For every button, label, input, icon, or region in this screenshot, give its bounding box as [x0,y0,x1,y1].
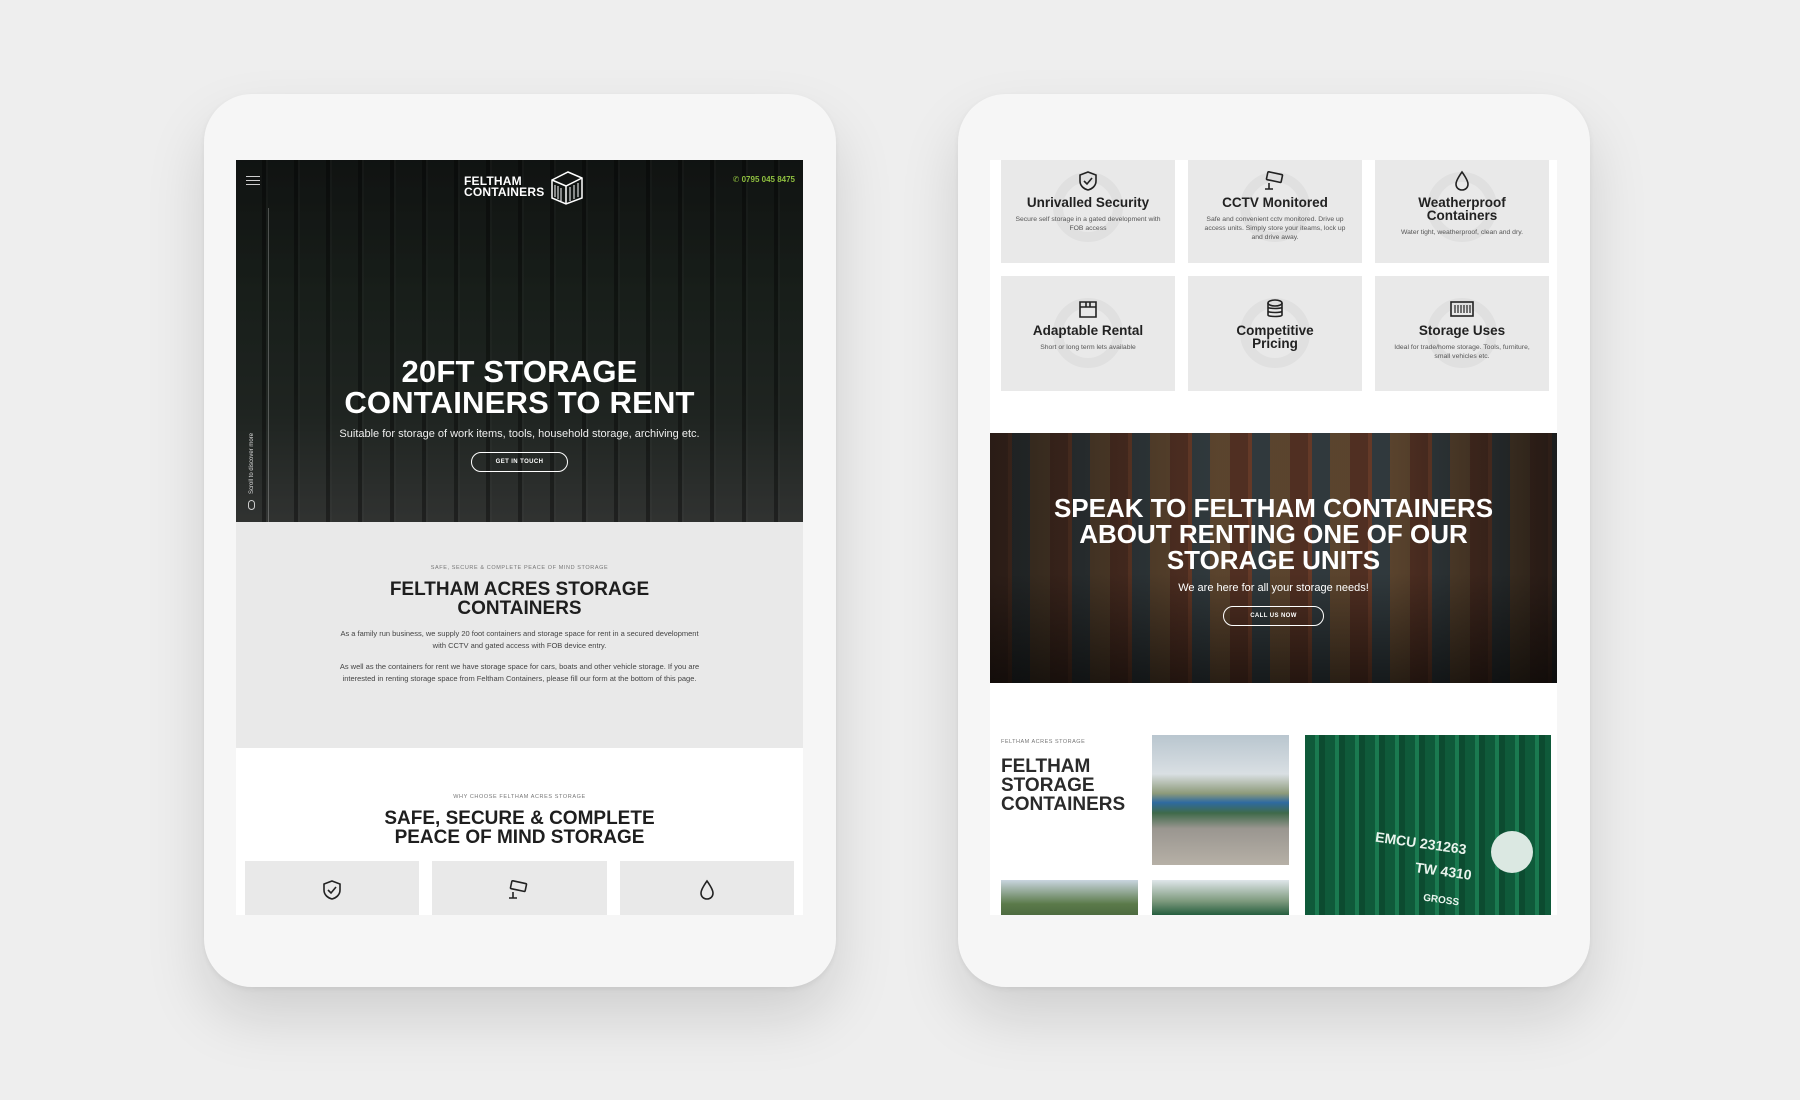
why-title-line2: PEACE OF MIND STORAGE [394,827,645,848]
cta-copy: SPEAK TO FELTHAM CONTAINERS ABOUT RENTIN… [990,495,1557,626]
feature-title: Weatherproof Containers [1418,195,1506,223]
call-us-now-button[interactable]: CALL US NOW [1223,606,1324,626]
screen-left: FELTHAM CONTAINERS ✆ 0795 045 8475 Scrol… [236,160,803,915]
hero-title-line2: CONTAINERS TO RENT [344,385,695,420]
why-kicker: WHY CHOOSE FELTHAM ACRES STORAGE [453,794,586,800]
hero-section: FELTHAM CONTAINERS ✆ 0795 045 8475 Scrol… [236,160,803,522]
features-grid: Unrivalled Security Secure self storage … [990,160,1557,391]
cctv-camera-icon [1265,171,1284,190]
mouse-icon [248,500,255,510]
feature-card: Unrivalled Security Secure self storage … [1001,160,1175,263]
photo-green-container-2[interactable] [1152,880,1289,915]
feature-text: Water tight, weatherproof, clean and dry… [1400,229,1524,236]
screen-right: Unrivalled Security Secure self storage … [990,160,1557,915]
feature-title: Adaptable Rental [1032,323,1144,338]
water-drop-icon [700,879,714,900]
cctv-camera-icon [509,880,528,899]
feature-title: Competitive Pricing [1236,323,1314,351]
get-in-touch-button[interactable]: GET IN TOUCH [470,452,569,472]
hero-title: 20FT STORAGE CONTAINERS TO RENT [236,356,803,418]
menu-icon[interactable] [246,176,260,188]
mockup-stage: FELTHAM CONTAINERS ✆ 0795 045 8475 Scrol… [0,0,1800,1100]
photo-trees[interactable] [1001,880,1138,915]
tablet-left: FELTHAM CONTAINERS ✆ 0795 045 8475 Scrol… [204,94,836,987]
feature-peek-row [236,847,803,915]
cta-banner: SPEAK TO FELTHAM CONTAINERS ABOUT RENTIN… [990,433,1557,683]
cta-title: SPEAK TO FELTHAM CONTAINERS ABOUT RENTIN… [990,495,1557,573]
container-icon [1450,301,1474,317]
feature-text: Ideal for trade/home storage. Tools, fur… [1394,344,1530,360]
photo-container-yard[interactable] [1152,735,1289,865]
shield-check-icon [323,880,341,900]
feature-card: Competitive Pricing [1188,276,1362,391]
coins-icon [1267,299,1283,318]
logo-line2: CONTAINERS [464,185,545,199]
feature-card: CCTV Monitored Safe and convenient cctv … [1188,160,1362,263]
gallery-title: FELTHAM STORAGE CONTAINERS [1001,757,1125,814]
water-drop-icon [1455,170,1469,191]
why-title: SAFE, SECURE & COMPLETE PEACE OF MIND ST… [236,809,803,847]
feature-title: Unrivalled Security [1026,195,1150,210]
intro-paragraph-2: As well as the containers for rent we ha… [339,662,700,683]
feature-text: Short or long term lets available [1040,344,1136,351]
feature-text: Safe and convenient cctv monitored. Driv… [1204,216,1346,241]
feature-card: Storage Uses Ideal for trade/home storag… [1375,276,1549,391]
cta-title-line1: SPEAK TO FELTHAM CONTAINERS [1053,493,1494,523]
intro-kicker: SAFE, SECURE & COMPLETE PEACE OF MIND ST… [430,565,609,571]
phone-link[interactable]: ✆ 0795 045 8475 [733,175,795,184]
shield-check-icon [1079,171,1097,191]
feature-title: CCTV Monitored [1222,195,1328,210]
intro-section: SAFE, SECURE & COMPLETE PEACE OF MIND ST… [236,522,803,748]
gallery-title-line2: STORAGE [1001,775,1095,796]
hero-subtitle: Suitable for storage of work items, tool… [339,428,700,440]
photo-disc [1491,831,1533,873]
box-icon [1079,301,1097,318]
gallery-title-line1: FELTHAM [1001,756,1091,777]
intro-paragraph-1: As a family run business, we supply 20 f… [340,629,699,650]
cta-subtitle: We are here for all your storage needs! [1178,582,1369,594]
feature-card-peek [432,861,607,915]
hero-copy: 20FT STORAGE CONTAINERS TO RENT Suitable… [236,356,803,472]
hero-title-line1: 20FT STORAGE [401,354,638,389]
container-logo-icon [551,171,584,205]
gallery-kicker: FELTHAM ACRES STORAGE [1001,739,1086,745]
feature-card-peek [245,861,420,915]
phone-number: 0795 045 8475 [741,175,795,184]
intro-title-line1: FELTHAM ACRES STORAGE [389,579,650,600]
intro-title-line2: CONTAINERS [457,598,582,619]
feature-card-peek [619,861,794,915]
feature-text: Secure self storage in a gated developme… [1015,216,1161,232]
photo-label-1: EMCU 231263 [1374,828,1468,858]
feature-card: Adaptable Rental Short or long term lets… [1001,276,1175,391]
cta-title-line3: STORAGE UNITS [1166,545,1381,575]
intro-title: FELTHAM ACRES STORAGE CONTAINERS [236,580,803,618]
gallery-section: FELTHAM ACRES STORAGE FELTHAM STORAGE CO… [990,735,1557,915]
why-title-line1: SAFE, SECURE & COMPLETE [384,808,655,829]
feature-card: Weatherproof Containers Water tight, wea… [1375,160,1549,263]
feature-title: Storage Uses [1418,323,1506,338]
site-header: FELTHAM CONTAINERS ✆ 0795 045 8475 [236,160,803,208]
why-section: WHY CHOOSE FELTHAM ACRES STORAGE SAFE, S… [236,748,803,915]
photo-label-2: TW 4310 [1414,859,1473,883]
site-logo[interactable]: FELTHAM CONTAINERS [464,168,584,206]
cta-title-line2: ABOUT RENTING ONE OF OUR [1079,519,1468,549]
logo-text: FELTHAM CONTAINERS [464,175,545,199]
tablet-right: Unrivalled Security Secure self storage … [958,94,1590,987]
photo-green-containers[interactable]: EMCU 231263 TW 4310 GROSS [1305,735,1551,915]
photo-label-3: GROSS [1422,892,1460,909]
gallery-title-line3: CONTAINERS [1001,794,1126,815]
